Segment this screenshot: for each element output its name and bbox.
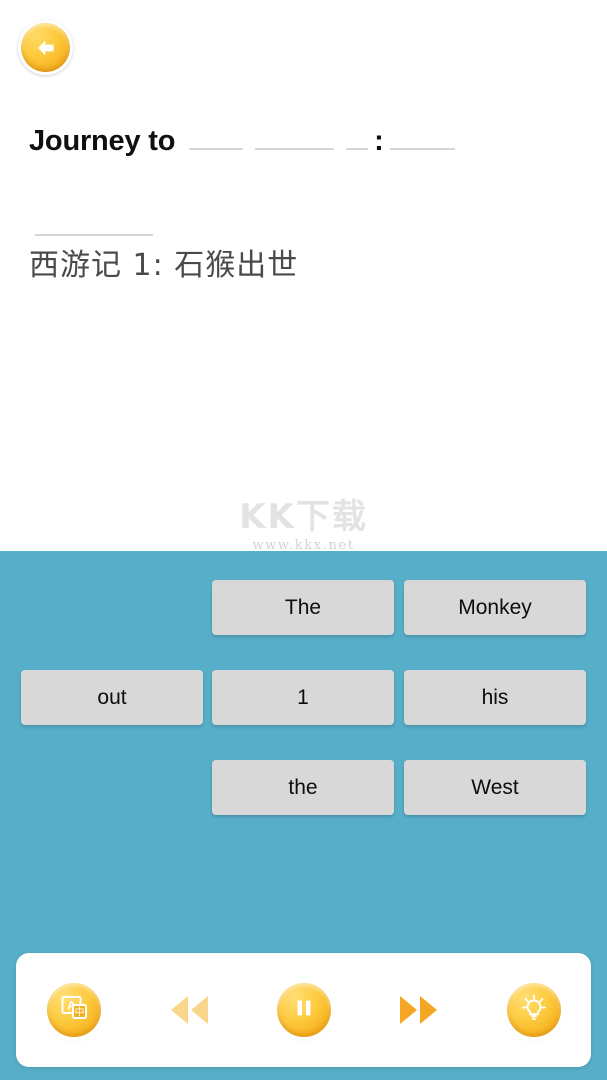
answer-blank[interactable]	[35, 204, 153, 236]
watermark-logo: KK下载	[239, 497, 368, 537]
lightbulb-icon	[518, 992, 550, 1029]
rewind-icon	[165, 992, 213, 1028]
word-tile[interactable]: out	[21, 670, 203, 725]
pause-button-coin	[276, 983, 331, 1037]
translate-icon: A 中	[57, 991, 91, 1030]
sentence-punctuation: :	[374, 125, 384, 157]
chinese-translation: 西游记 1: 石猴出世	[29, 248, 299, 283]
word-tile[interactable]: the	[212, 760, 394, 815]
answer-blank[interactable]	[255, 118, 335, 150]
rewind-button[interactable]	[160, 981, 218, 1039]
pause-button[interactable]	[275, 981, 333, 1039]
hint-button-coin	[506, 983, 561, 1037]
watermark: KK下载 www.kkx.net	[0, 498, 607, 551]
word-bank-row: out 1 his	[0, 670, 607, 725]
answer-blank[interactable]	[346, 118, 369, 150]
word-tile[interactable]: Monkey	[404, 580, 586, 635]
back-button-coin	[21, 23, 70, 72]
word-tile[interactable]: his	[404, 670, 586, 725]
fast-forward-icon	[395, 992, 443, 1028]
fast-forward-button[interactable]	[390, 981, 448, 1039]
sentence-builder: Journey to :	[29, 118, 589, 256]
back-button[interactable]	[18, 20, 73, 75]
sentence-line-1: Journey to :	[29, 118, 589, 170]
word-tile[interactable]: The	[212, 580, 394, 635]
answer-blank[interactable]	[389, 118, 455, 150]
arrow-left-icon	[32, 34, 60, 62]
word-bank-row: the West	[0, 760, 607, 815]
sentence-word: to	[148, 125, 184, 157]
word-tile[interactable]: West	[404, 760, 586, 815]
sentence-word: Journey	[29, 125, 149, 157]
answer-blank[interactable]	[189, 118, 244, 150]
exercise-panel: Journey to : 西游记 1: 石猴出世 KK下载 www.kkx.ne…	[0, 0, 607, 551]
svg-text:中: 中	[74, 1005, 84, 1018]
playback-toolbar: A 中	[16, 953, 591, 1067]
hint-button[interactable]	[505, 981, 563, 1039]
word-tile[interactable]: 1	[212, 670, 394, 725]
pause-icon	[289, 993, 319, 1028]
translate-button[interactable]: A 中	[45, 981, 103, 1039]
translate-button-coin: A 中	[46, 983, 101, 1037]
word-bank-row: The Monkey	[0, 580, 607, 635]
watermark-url: www.kkx.net	[252, 538, 355, 551]
